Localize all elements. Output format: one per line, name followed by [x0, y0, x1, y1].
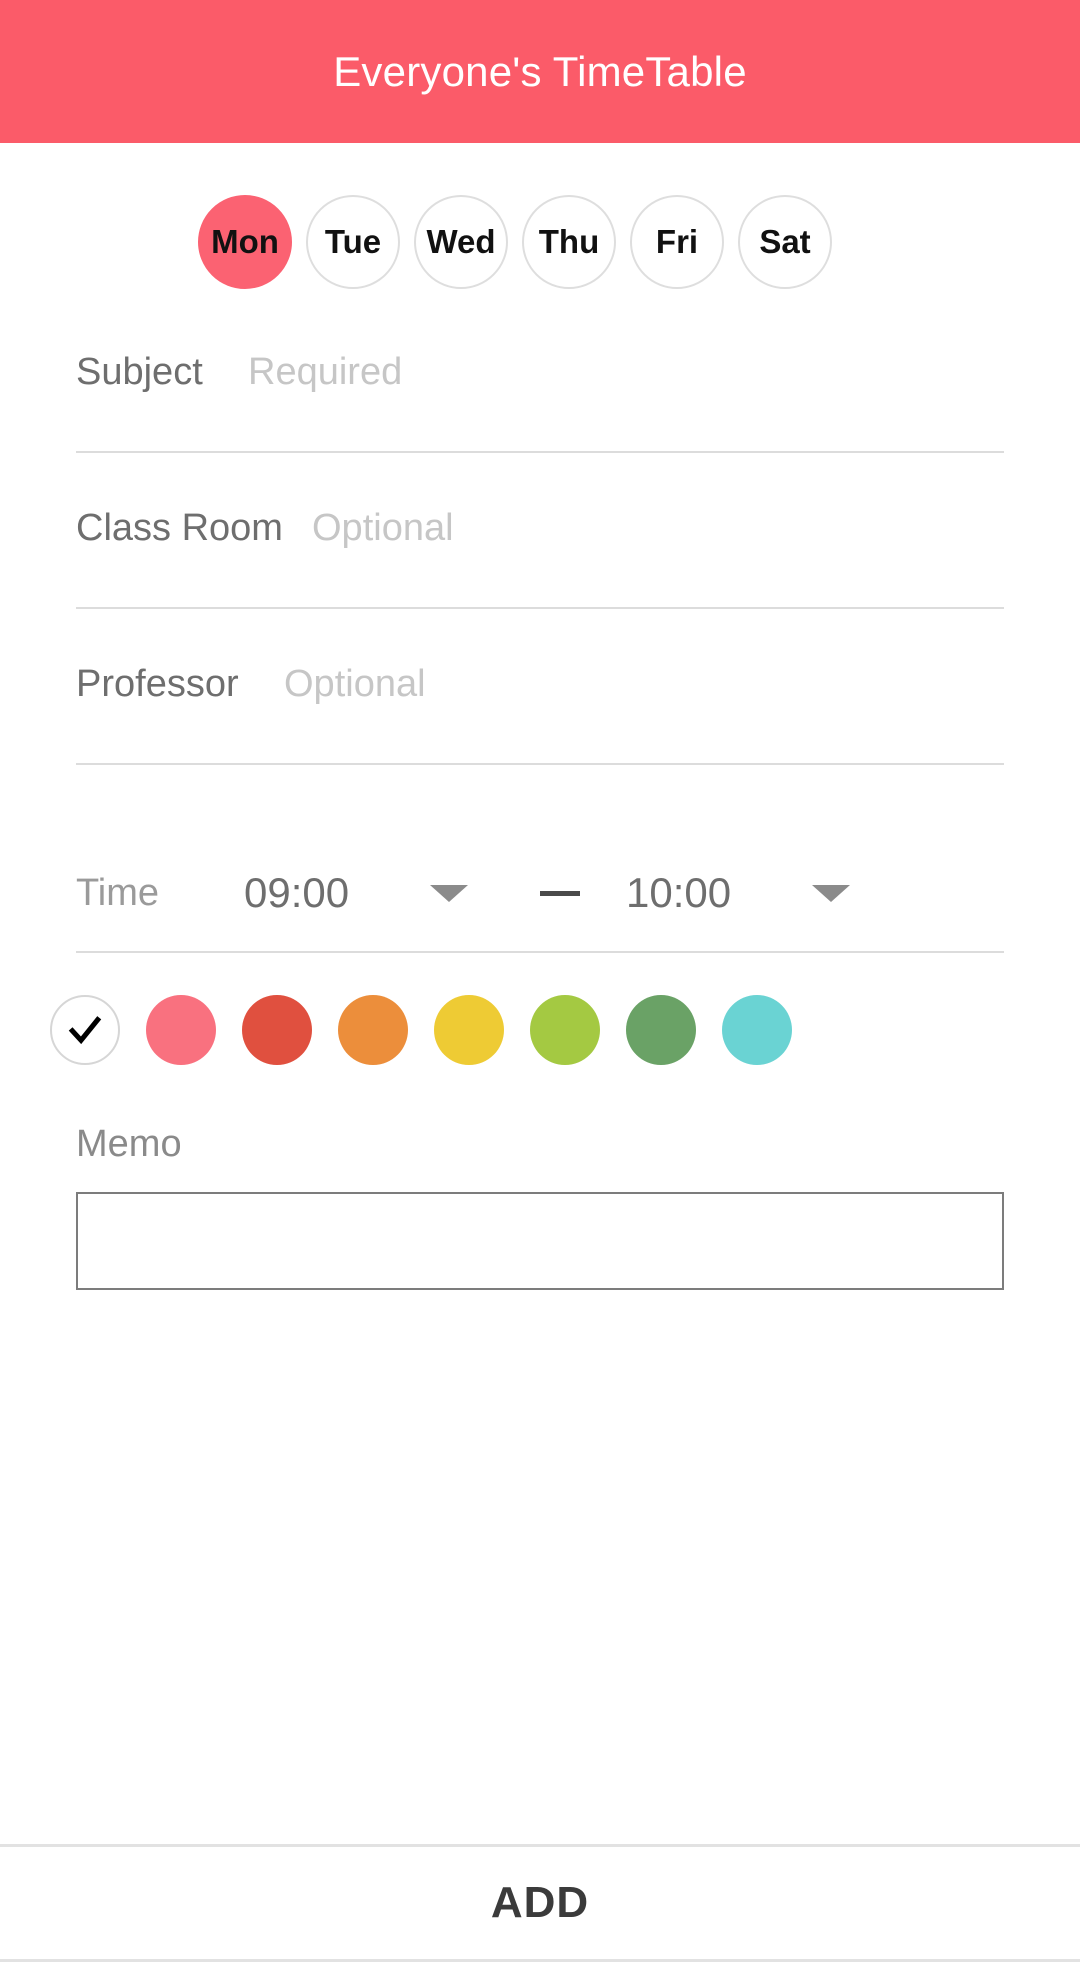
- check-icon: [68, 1016, 102, 1045]
- field-professor-underline: [76, 763, 1004, 765]
- add-button[interactable]: ADD: [0, 1844, 1080, 1962]
- color-swatch-red[interactable]: [242, 995, 312, 1065]
- day-chip-label: Tue: [324, 223, 382, 260]
- day-chip-label: Thu: [538, 223, 600, 260]
- app-header: Everyone's TimeTable: [0, 0, 1080, 143]
- day-chip-sat[interactable]: Sat: [738, 195, 832, 289]
- field-subject-underline: [76, 451, 1004, 453]
- field-classroom-underline: [76, 607, 1004, 609]
- day-chip-fri[interactable]: Fri: [630, 195, 724, 289]
- field-classroom-row[interactable]: Class Room Optional: [76, 507, 1004, 607]
- end-time-value[interactable]: 10:00: [626, 869, 776, 917]
- field-classroom-label: Class Room: [76, 507, 283, 549]
- field-subject: Subject Required: [76, 351, 1004, 453]
- page-title: Everyone's TimeTable: [333, 47, 747, 95]
- form-content: Mon Tue Wed Thu Fri Sat Subject Required: [0, 143, 1080, 1962]
- color-swatch-pink[interactable]: [146, 995, 216, 1065]
- field-subject-row[interactable]: Subject Required: [76, 351, 1004, 451]
- field-subject-label: Subject: [76, 351, 203, 393]
- caret-down-icon-end[interactable]: [812, 884, 850, 902]
- add-button-label: ADD: [490, 1878, 590, 1927]
- color-swatch-green[interactable]: [626, 995, 696, 1065]
- field-professor: Professor Optional: [76, 663, 1004, 765]
- caret-down-icon-start[interactable]: [430, 884, 468, 902]
- time-range-dash: [540, 890, 580, 896]
- timetable-add-screen: Everyone's TimeTable Mon Tue Wed Thu Fri…: [0, 0, 1080, 1962]
- color-swatch-lime[interactable]: [530, 995, 600, 1065]
- day-chip-label: Wed: [426, 223, 496, 260]
- color-swatch-orange[interactable]: [338, 995, 408, 1065]
- subject-input[interactable]: Required: [248, 351, 402, 394]
- day-chip-wed[interactable]: Wed: [414, 195, 508, 289]
- color-swatch-row: [50, 995, 1080, 1065]
- professor-input[interactable]: Optional: [284, 663, 426, 706]
- day-chip-tue[interactable]: Tue: [306, 195, 400, 289]
- memo-section: Memo: [76, 1123, 1004, 1290]
- color-swatch-cyan[interactable]: [722, 995, 792, 1065]
- day-chip-thu[interactable]: Thu: [522, 195, 616, 289]
- time-label: Time: [76, 871, 160, 914]
- day-chip-label: Sat: [759, 223, 811, 260]
- day-chip-label: Mon: [211, 223, 279, 260]
- color-swatch-none[interactable]: [50, 995, 120, 1065]
- field-professor-row[interactable]: Professor Optional: [76, 663, 1004, 763]
- field-professor-label: Professor: [76, 663, 239, 705]
- memo-label: Memo: [76, 1123, 182, 1165]
- color-swatch-yellow[interactable]: [434, 995, 504, 1065]
- start-time-value[interactable]: 09:00: [244, 869, 394, 917]
- day-chip-mon[interactable]: Mon: [198, 195, 292, 289]
- field-time-underline: [76, 951, 1004, 953]
- field-classroom: Class Room Optional: [76, 507, 1004, 609]
- field-time: Time 09:00 10:00: [76, 835, 1004, 953]
- time-row: Time 09:00 10:00: [76, 835, 1004, 951]
- day-chip-label: Fri: [655, 223, 699, 260]
- memo-input[interactable]: [76, 1192, 1004, 1290]
- day-selector: Mon Tue Wed Thu Fri Sat: [0, 143, 1080, 289]
- classroom-input[interactable]: Optional: [312, 507, 454, 550]
